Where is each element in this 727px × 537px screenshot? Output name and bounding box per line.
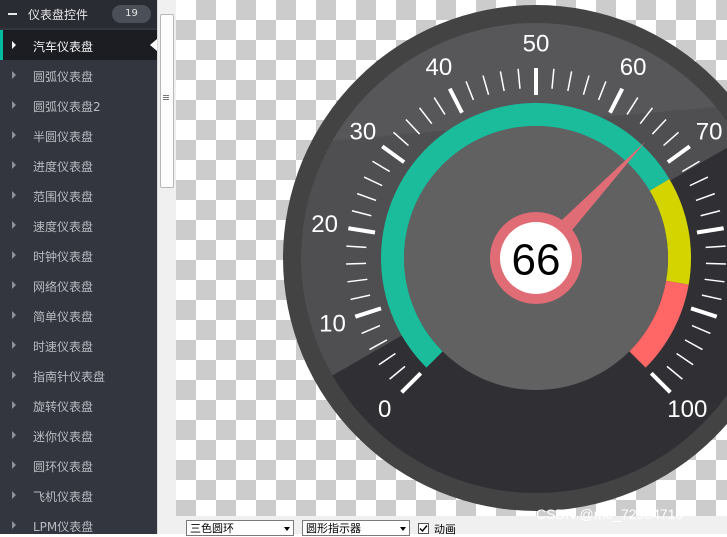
count-badge: 19 — [112, 5, 151, 23]
chevron-right-icon — [12, 461, 16, 469]
pointer-style-value: 圆形指示器 — [306, 522, 361, 535]
tick-label: 70 — [696, 119, 723, 146]
sidebar-item[interactable]: 汽车仪表盘 — [0, 30, 157, 60]
sidebar-item[interactable]: 迷你仪表盘 — [0, 420, 157, 450]
sidebar-item[interactable]: 旋转仪表盘 — [0, 390, 157, 420]
chevron-right-icon — [12, 101, 16, 109]
minor-tick — [346, 262, 367, 265]
collapse-icon[interactable] — [8, 13, 17, 15]
animation-checkbox[interactable] — [418, 523, 429, 534]
tick-label: 60 — [620, 54, 647, 81]
chevron-down-icon — [400, 527, 406, 531]
sidebar-item[interactable]: 范围仪表盘 — [0, 180, 157, 210]
chevron-right-icon — [12, 401, 16, 409]
sidebar-item-label: 简单仪表盘 — [33, 310, 94, 324]
sidebar-nav: 仪表盘控件 19 汽车仪表盘圆弧仪表盘圆弧仪表盘2 半圆仪表盘进度仪表盘范围仪表盘… — [0, 0, 157, 534]
sidebar-item[interactable]: 时速仪表盘 — [0, 330, 157, 360]
sidebar-item-label: LPM仪表盘 — [33, 520, 94, 534]
sidebar-item-label: 圆环仪表盘 — [33, 460, 94, 474]
chevron-down-icon — [284, 527, 290, 531]
chevron-right-icon — [12, 41, 16, 49]
sidebar-item[interactable]: 圆弧仪表盘2 — [0, 90, 157, 120]
chevron-right-icon — [12, 431, 16, 439]
tick-label: 20 — [311, 211, 338, 238]
chevron-right-icon — [12, 131, 16, 139]
tick-label: 40 — [425, 54, 452, 81]
chevron-right-icon — [12, 161, 16, 169]
chevron-right-icon — [12, 521, 16, 529]
group-title: 仪表盘控件 — [28, 8, 89, 22]
sidebar-item-label: 范围仪表盘 — [33, 190, 94, 204]
chevron-right-icon — [12, 251, 16, 259]
grip-icon — [163, 95, 169, 96]
sidebar-item[interactable]: 简单仪表盘 — [0, 300, 157, 330]
sidebar-scrollbar[interactable] — [157, 0, 176, 534]
sidebar-item[interactable]: 进度仪表盘 — [0, 150, 157, 180]
tick-label: 100 — [667, 396, 707, 423]
selected-caret-icon — [150, 39, 157, 51]
sidebar-item[interactable]: 速度仪表盘 — [0, 210, 157, 240]
sidebar-item-label: 时钟仪表盘 — [33, 250, 94, 264]
ring-style-value: 三色圆环 — [190, 522, 234, 535]
tick-label: 50 — [523, 31, 550, 58]
watermark-text: CSDN @m0_72954716 — [536, 506, 684, 522]
chevron-right-icon — [12, 341, 16, 349]
sidebar-item-label: 迷你仪表盘 — [33, 430, 94, 444]
tick-label: 30 — [350, 119, 377, 146]
chevron-right-icon — [12, 221, 16, 229]
sidebar-item-label: 进度仪表盘 — [33, 160, 94, 174]
sidebar-item-label: 网络仪表盘 — [33, 280, 94, 294]
chevron-right-icon — [12, 371, 16, 379]
group-header[interactable]: 仪表盘控件 19 — [0, 0, 157, 28]
chevron-right-icon — [12, 491, 16, 499]
sidebar-item[interactable]: 半圆仪表盘 — [0, 120, 157, 150]
sidebar-item-label: 汽车仪表盘 — [33, 40, 94, 54]
sidebar-item-label: 旋转仪表盘 — [33, 400, 94, 414]
sidebar-item-label: 圆弧仪表盘2 — [33, 100, 101, 114]
sidebar-item-label: 速度仪表盘 — [33, 220, 94, 234]
sidebar-item-label: 指南针仪表盘 — [33, 370, 106, 384]
checkmark-icon — [419, 525, 428, 533]
sidebar-item-label: 圆弧仪表盘 — [33, 70, 94, 84]
chevron-right-icon — [12, 71, 16, 79]
sidebar-item-label: 飞机仪表盘 — [33, 490, 94, 504]
sidebar-item[interactable]: 圆弧仪表盘 — [0, 60, 157, 90]
sidebar-item[interactable]: 时钟仪表盘 — [0, 240, 157, 270]
chevron-right-icon — [12, 311, 16, 319]
tick-label: 10 — [319, 311, 346, 338]
sidebar-item[interactable]: LPM仪表盘 — [0, 510, 157, 534]
chevron-right-icon — [12, 281, 16, 289]
scrollbar-thumb[interactable] — [160, 14, 174, 188]
chevron-right-icon — [12, 191, 16, 199]
sidebar-item-label: 时速仪表盘 — [33, 340, 94, 354]
active-indicator — [0, 30, 3, 60]
gauge-value: 66 — [512, 236, 561, 285]
sidebar-item[interactable]: 圆环仪表盘 — [0, 450, 157, 480]
sidebar-item[interactable]: 网络仪表盘 — [0, 270, 157, 300]
car-gauge: 010203040506070809010066 — [283, 5, 727, 511]
sidebar-item[interactable]: 指南针仪表盘 — [0, 360, 157, 390]
minor-tick — [705, 262, 726, 265]
sidebar-item[interactable]: 飞机仪表盘 — [0, 480, 157, 510]
sidebar-item-label: 半圆仪表盘 — [33, 130, 94, 144]
gauge-canvas: 010203040506070809010066 — [176, 0, 727, 534]
tick-label: 0 — [378, 396, 391, 423]
animation-label: 动画 — [434, 523, 456, 536]
